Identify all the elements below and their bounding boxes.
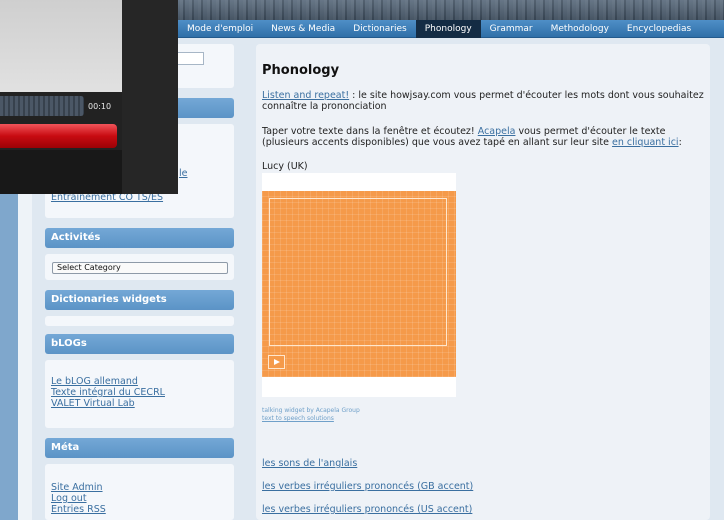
dictionaries-widget (45, 316, 234, 326)
nav-news-media[interactable]: News & Media (262, 20, 344, 38)
widget-header-activites: Activités (45, 228, 234, 248)
blogs-widget: Le bLOG allemand Texte intégral du CECRL… (45, 360, 234, 428)
meta-link-site-admin[interactable]: Site Admin (51, 482, 234, 493)
link-acapela[interactable]: Acapela (478, 126, 516, 137)
page-title: Phonology (262, 63, 340, 78)
blog-link[interactable]: Texte intégral du CECRL (51, 387, 234, 398)
nav-dictionaries[interactable]: Dictionaries (344, 20, 416, 38)
video-frame (122, 0, 178, 194)
nav-encyclopedias[interactable]: Encyclopedias (618, 20, 700, 38)
link-verbes-gb[interactable]: les verbes irréguliers prononcés (GB acc… (262, 481, 473, 492)
video-red-button[interactable] (0, 124, 117, 148)
play-icon[interactable] (268, 355, 285, 369)
link-verbes-us-wrap: les verbes irréguliers prononcés (US acc… (262, 504, 708, 515)
link-verbes-us[interactable]: les verbes irréguliers prononcés (US acc… (262, 504, 472, 515)
video-footer (0, 150, 122, 194)
link-sons-anglais-wrap: les sons de l'anglais (262, 458, 708, 469)
voice-label: Lucy (UK) (262, 161, 308, 172)
acapela-credit: talking widget by Acapela Group (262, 407, 360, 414)
nav-mode-emploi[interactable]: Mode d'emploi (178, 20, 262, 38)
widget-header-meta: Méta (45, 438, 234, 458)
paragraph-howjsay: Listen and repeat! : le site howjsay.com… (262, 90, 708, 112)
meta-link-entries-rss[interactable]: Entries RSS (51, 504, 234, 515)
acapela-credit-link[interactable]: text to speech solutions (262, 415, 334, 422)
nav-methodology[interactable]: Methodology (542, 20, 618, 38)
link-verbes-gb-wrap: les verbes irréguliers prononcés (GB acc… (262, 481, 708, 492)
widget-header-blogs: bLOGs (45, 334, 234, 354)
video-screen[interactable] (0, 0, 122, 92)
category-select[interactable]: Select Category (52, 262, 228, 274)
sidebar-partial-link[interactable]: le (179, 168, 187, 179)
link-sons-anglais[interactable]: les sons de l'anglais (262, 458, 357, 469)
main-nav: Mode d'emploi News & Media Dictionaries … (178, 19, 724, 38)
paragraph-acapela-text-c: : (678, 137, 682, 148)
video-player: 00:10 (0, 0, 178, 194)
nav-phonology[interactable]: Phonology (415, 19, 481, 38)
video-progress-bar[interactable] (0, 96, 84, 116)
link-listen-and-repeat[interactable]: Listen and repeat! (262, 90, 349, 101)
meta-link-log-out[interactable]: Log out (51, 493, 234, 504)
widget-header-dictionaries: Dictionaries widgets (45, 290, 234, 310)
paragraph-acapela: Taper votre texte dans la fenêtre et éco… (262, 126, 708, 148)
blog-link[interactable]: Le bLOG allemand (51, 376, 234, 387)
nav-grammar[interactable]: Grammar (481, 20, 542, 38)
paragraph-acapela-text-a: Taper votre texte dans la fenêtre et éco… (262, 126, 478, 137)
blog-link[interactable]: VALET Virtual Lab (51, 398, 234, 409)
meta-widget: Site Admin Log out Entries RSS (45, 464, 234, 520)
link-en-cliquant-ici[interactable]: en cliquant ici (612, 137, 679, 148)
video-time: 00:10 (88, 102, 112, 111)
acapela-text-area[interactable] (269, 198, 447, 346)
